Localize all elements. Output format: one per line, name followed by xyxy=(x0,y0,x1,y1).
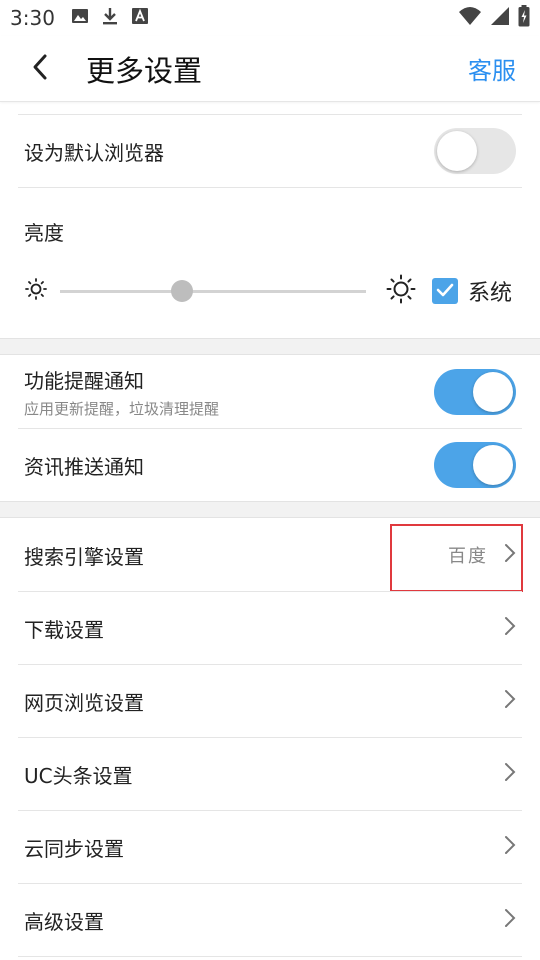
cloud-sync-settings-row[interactable]: 云同步设置 xyxy=(0,811,540,883)
battery-icon xyxy=(518,4,530,32)
chevron-right-icon xyxy=(504,835,516,859)
chevron-right-icon xyxy=(504,689,516,713)
brightness-row: 亮度 xyxy=(0,210,540,252)
section-gap xyxy=(0,501,540,518)
status-time: 3:30 xyxy=(10,6,55,30)
search-engine-label: 搜索引擎设置 xyxy=(24,544,144,569)
system-brightness-label: 系统 xyxy=(468,281,513,306)
web-browsing-settings-row[interactable]: 网页浏览设置 xyxy=(0,665,540,737)
signal-icon xyxy=(490,6,510,31)
page-title: 更多设置 xyxy=(86,53,203,88)
feature-notify-row[interactable]: 功能提醒通知 应用更新提醒，垃圾清理提醒 xyxy=(0,356,540,428)
chevron-right-icon xyxy=(504,762,516,786)
download-settings-label: 下载设置 xyxy=(24,617,104,642)
back-button[interactable] xyxy=(10,36,70,102)
font-icon xyxy=(131,6,149,30)
image-icon xyxy=(71,6,89,30)
status-bar: 3:30 xyxy=(0,0,540,36)
customer-service-link[interactable]: 客服 xyxy=(468,51,516,86)
wifi-icon xyxy=(458,6,482,31)
brightness-label: 亮度 xyxy=(24,220,64,245)
news-push-row[interactable]: 资讯推送通知 xyxy=(0,429,540,501)
section-gap xyxy=(0,338,540,355)
divider xyxy=(18,187,522,188)
feature-notify-label: 功能提醒通知 xyxy=(24,369,144,393)
status-icons-left xyxy=(71,6,149,31)
web-browsing-settings-label: 网页浏览设置 xyxy=(24,690,144,715)
header: 更多设置 客服 xyxy=(0,36,540,102)
brightness-slider[interactable] xyxy=(60,279,366,302)
advanced-settings-row[interactable]: 高级设置 xyxy=(0,884,540,956)
toggle-knob xyxy=(473,445,513,485)
uc-headlines-settings-label: UC头条设置 xyxy=(24,763,133,788)
brightness-low-icon xyxy=(24,277,48,305)
chevron-right-icon xyxy=(504,908,516,932)
cloud-sync-settings-label: 云同步设置 xyxy=(24,836,124,861)
toggle-knob xyxy=(437,131,477,171)
status-icons-right xyxy=(458,4,530,32)
download-settings-row[interactable]: 下载设置 xyxy=(0,592,540,664)
brightness-high-icon xyxy=(386,274,416,308)
brightness-slider-row: 系统 xyxy=(24,268,524,314)
news-push-toggle[interactable] xyxy=(434,442,516,488)
check-icon xyxy=(436,282,454,301)
feature-notify-sublabel: 应用更新提醒，垃圾清理提醒 xyxy=(24,400,220,418)
advanced-settings-label: 高级设置 xyxy=(24,909,104,934)
brightness-slider-thumb[interactable] xyxy=(171,279,194,302)
default-browser-toggle[interactable] xyxy=(434,128,516,174)
default-browser-label: 设为默认浏览器 xyxy=(24,140,164,165)
chevron-right-icon xyxy=(504,616,516,640)
system-brightness-checkbox[interactable] xyxy=(432,278,458,304)
feature-notify-toggle[interactable] xyxy=(434,369,516,415)
divider xyxy=(18,956,522,957)
highlight-box xyxy=(390,524,523,592)
feature-notify-text: 功能提醒通知 应用更新提醒，垃圾清理提醒 xyxy=(24,365,219,419)
toggle-knob xyxy=(473,372,513,412)
default-browser-row[interactable]: 设为默认浏览器 xyxy=(0,115,540,187)
download-icon xyxy=(101,6,119,31)
uc-headlines-settings-row[interactable]: UC头条设置 xyxy=(0,738,540,810)
news-push-label: 资讯推送通知 xyxy=(24,454,144,479)
chevron-left-icon xyxy=(30,53,50,85)
